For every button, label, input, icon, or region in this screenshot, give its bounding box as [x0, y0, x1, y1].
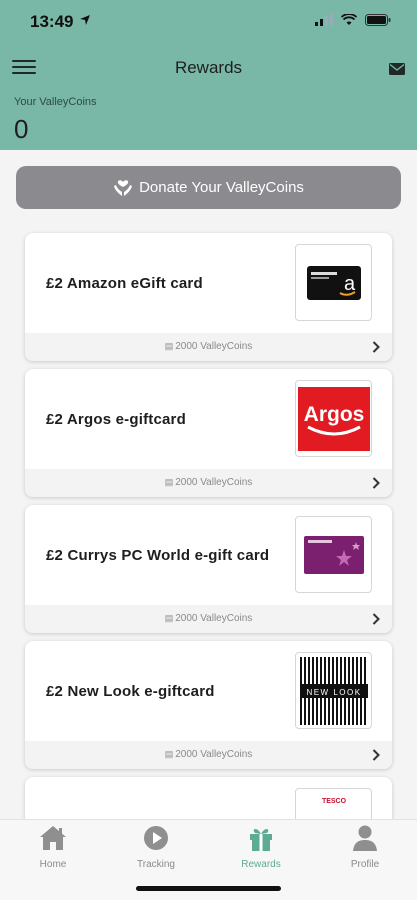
tab-label: Home — [39, 859, 67, 870]
tesco-text: TESCO — [321, 798, 346, 805]
home-indicator — [136, 886, 281, 891]
mail-button[interactable] — [389, 62, 405, 80]
reward-title: £2 Amazon eGift card — [46, 275, 203, 292]
reward-card-newlook[interactable]: £2 New Look e-giftcard NEW LOOK ▤ 2000 Va… — [25, 641, 392, 769]
status-time: 13:49 — [30, 12, 74, 31]
tab-label: Tracking — [137, 859, 175, 870]
coin-stack-icon: ▤ — [164, 749, 174, 759]
coins-value: 0 — [14, 114, 29, 144]
currys-gift-card-image — [295, 516, 372, 593]
chevron-right-icon — [372, 749, 380, 761]
reward-card-argos[interactable]: £2 Argos e-giftcard Argos ▤ 2000 ValleyCo… — [25, 369, 392, 497]
tab-home[interactable]: Home — [8, 824, 98, 870]
reward-cost: 2000 ValleyCoins — [175, 749, 253, 760]
tab-profile[interactable]: Profile — [320, 824, 410, 870]
amazon-logo: a — [295, 244, 372, 321]
user-icon — [353, 825, 377, 851]
tab-label: Rewards — [241, 859, 281, 870]
reward-cost: 2000 ValleyCoins — [175, 477, 253, 488]
play-circle-icon — [144, 826, 168, 850]
coin-stack-icon: ▤ — [164, 477, 174, 487]
home-icon — [40, 826, 66, 850]
reward-cost: 2000 ValleyCoins — [175, 613, 253, 624]
reward-cost: 2000 ValleyCoins — [175, 341, 253, 352]
reward-title: £2 New Look e-giftcard — [46, 683, 215, 700]
chevron-right-icon — [372, 341, 380, 353]
location-arrow-icon — [80, 15, 90, 25]
chevron-right-icon — [372, 613, 380, 625]
donate-button[interactable]: Donate Your ValleyCoins — [16, 166, 401, 209]
battery-icon — [365, 14, 391, 26]
reward-footer: ▤ 2000 ValleyCoins — [25, 469, 392, 497]
app-header: 13:49 Rewards Your ValleyCoins 0 — [0, 0, 417, 150]
reward-title: £2 Currys PC World e-gift card — [46, 547, 270, 564]
reward-footer: ▤ 2000 ValleyCoins — [25, 605, 392, 633]
gift-icon — [250, 828, 272, 851]
wifi-icon — [341, 14, 357, 25]
argos-text: Argos — [303, 403, 364, 426]
reward-footer: ▤ 2000 ValleyCoins — [25, 333, 392, 361]
donate-hands-icon — [114, 179, 133, 196]
page-title: Rewards — [174, 58, 243, 77]
donate-label: Donate Your ValleyCoins — [139, 179, 304, 196]
reward-title: £2 Argos e-giftcard — [46, 411, 186, 428]
mail-icon — [389, 63, 405, 75]
nav-bar: Rewards — [0, 52, 417, 84]
tab-tracking[interactable]: Tracking — [111, 824, 201, 870]
newlook-logo: NEW LOOK — [295, 652, 372, 729]
coins-label: Your ValleyCoins — [14, 96, 97, 108]
tab-label: Profile — [350, 859, 380, 870]
reward-card-currys[interactable]: £2 Currys PC World e-gift card ▤ 2000 Val… — [25, 505, 392, 633]
reward-footer: ▤ 2000 ValleyCoins — [25, 741, 392, 769]
argos-logo: Argos — [295, 380, 372, 457]
coin-stack-icon: ▤ — [164, 341, 174, 351]
chevron-right-icon — [372, 477, 380, 489]
coin-stack-icon: ▤ — [164, 613, 174, 623]
reward-card-amazon[interactable]: £2 Amazon eGift card a ▤ 2000 ValleyCoins — [25, 233, 392, 361]
tab-rewards[interactable]: Rewards — [216, 824, 306, 870]
status-bar: 13:49 — [0, 0, 417, 46]
newlook-text: NEW LOOK — [306, 688, 361, 697]
signal-icon — [315, 14, 333, 26]
